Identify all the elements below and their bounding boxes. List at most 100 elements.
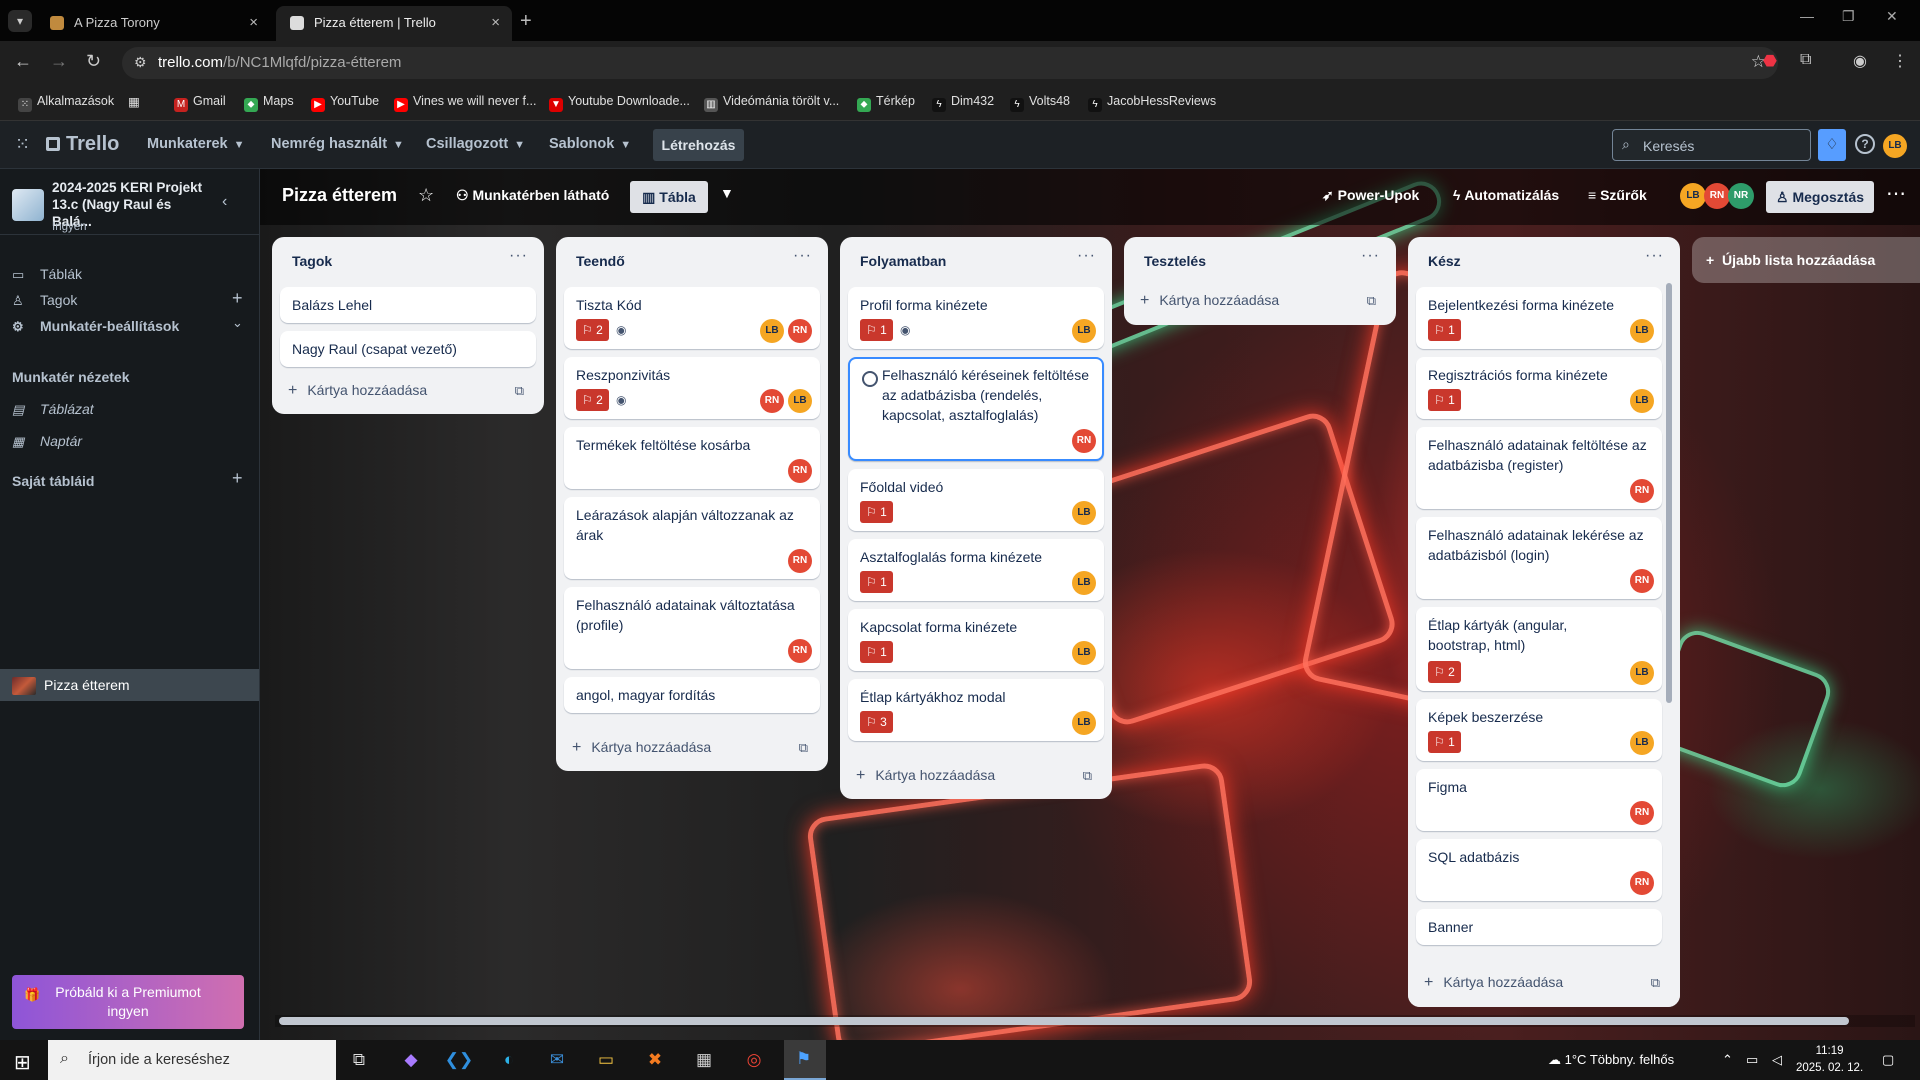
card[interactable]: Felhasználó adatainak változtatása (prof…	[564, 587, 820, 669]
forward-icon[interactable]: →	[50, 51, 68, 72]
address-bar[interactable]: ⚙ trello.com/b/NC1Mlqfd/pizza-étterem ☆	[122, 47, 1778, 79]
add-card-button[interactable]: + Kártya hozzáadása	[1140, 292, 1279, 310]
bookmark-youtube[interactable]: ▶ YouTube	[311, 94, 379, 112]
powerups-button[interactable]: ➶ Power-Upok	[1322, 187, 1419, 204]
taskbar-search-input[interactable]: ⌕ Írjon ide a kereséshez	[48, 1040, 336, 1080]
sidebar-board-pizza[interactable]: Pizza étterem	[0, 669, 259, 701]
card[interactable]: Képek beszerzése ⚐ 1 LB	[1416, 699, 1662, 761]
profile-icon[interactable]: ◉	[1853, 51, 1867, 71]
card[interactable]: Felhasználó adatainak feltöltése az adat…	[1416, 427, 1662, 509]
member-avatar[interactable]: LB	[1630, 319, 1654, 343]
bookmark-vines[interactable]: ▶ Vines we will never f...	[394, 94, 536, 112]
browser-tab-trello[interactable]: Pizza étterem | Trello ×	[276, 6, 512, 41]
automation-button[interactable]: ϟ Automatizálás	[1453, 187, 1559, 203]
list-menu-icon[interactable]: ···	[1077, 247, 1096, 265]
minimize-icon[interactable]: —	[1800, 8, 1814, 24]
member-avatar[interactable]: RN	[788, 459, 812, 483]
card-template-icon[interactable]: ⧉	[1367, 293, 1376, 309]
list-title[interactable]: Tesztelés	[1144, 253, 1206, 269]
create-button[interactable]: Létrehozás	[653, 129, 744, 161]
board-scrollbar[interactable]	[275, 1015, 1915, 1027]
card[interactable]: Nagy Raul (csapat vezető)	[280, 331, 536, 367]
close-tab-icon[interactable]: ×	[491, 6, 500, 40]
member-avatar[interactable]: RN	[788, 319, 812, 343]
bookmark-gmail[interactable]: M Gmail	[174, 94, 226, 112]
store-icon[interactable]: ▦	[689, 1046, 719, 1074]
chevron-down-icon[interactable]: ▼	[720, 185, 734, 201]
weather-widget[interactable]: ☁ 1°C Többny. felhős	[1548, 1052, 1674, 1068]
network-icon[interactable]: ▭	[1746, 1052, 1758, 1068]
add-list-button[interactable]: + Újabb lista hozzáadása	[1692, 237, 1920, 283]
add-member-icon[interactable]: +	[232, 288, 243, 309]
bookmark-jacobhess[interactable]: ϟ JacobHessReviews	[1088, 94, 1216, 112]
filters-button[interactable]: ≡ Szűrők	[1588, 187, 1647, 203]
file-explorer-icon[interactable]: ▭	[591, 1046, 621, 1074]
new-tab-icon[interactable]: +	[520, 6, 532, 36]
board-view-button[interactable]: ▥ Tábla	[630, 181, 708, 213]
member-avatar[interactable]: LB	[1072, 571, 1096, 595]
nav-recent[interactable]: Nemrég használt ▼	[271, 136, 404, 152]
card[interactable]: Étlap kártyák (angular, bootstrap, html)…	[1416, 607, 1662, 691]
card[interactable]: Bejelentkezési forma kinézete ⚐ 1 LB	[1416, 287, 1662, 349]
app-switcher-icon[interactable]: ⁙	[15, 134, 30, 155]
list-title[interactable]: Teendő	[576, 253, 625, 269]
member-avatar[interactable]: RN	[1704, 183, 1730, 209]
collapse-sidebar-icon[interactable]: ‹	[222, 193, 227, 211]
notifications-icon[interactable]: ♢	[1818, 129, 1846, 161]
complete-checkbox[interactable]	[862, 371, 878, 387]
sidebar-item-members[interactable]: ♙ Tagok	[12, 292, 77, 309]
add-board-icon[interactable]: +	[232, 468, 243, 489]
bookmark-apps[interactable]: ⁙ Alkalmazások	[18, 94, 114, 112]
member-avatar[interactable]: RN	[1630, 569, 1654, 593]
list-menu-icon[interactable]: ···	[1645, 247, 1664, 265]
card[interactable]: Kapcsolat forma kinézete ⚐ 1 LB	[848, 609, 1104, 671]
extensions-puzzle-icon[interactable]: ⧉	[1800, 51, 1811, 69]
member-avatar[interactable]: RN	[788, 639, 812, 663]
task-view-icon[interactable]: ⧉	[344, 1046, 374, 1074]
list-menu-icon[interactable]: ···	[793, 247, 812, 265]
mail-icon[interactable]: ✉	[542, 1046, 572, 1074]
card[interactable]: Tiszta Kód ⚐ 2 ◉ LB RN	[564, 287, 820, 349]
nav-workspaces[interactable]: Munkaterek ▼	[147, 136, 244, 152]
tab-search-menu-icon[interactable]: ▾	[8, 10, 32, 32]
member-avatar[interactable]: LB	[1072, 319, 1096, 343]
bookmark-videomania[interactable]: ▥ Videómánia törölt v...	[704, 94, 839, 112]
bookmark-terkep[interactable]: ⬥ Térkép	[857, 94, 915, 112]
add-card-button[interactable]: + Kártya hozzáadása	[856, 767, 995, 785]
menu-kebab-icon[interactable]: ⋮	[1892, 51, 1908, 71]
list-title[interactable]: Tagok	[292, 253, 332, 269]
search-input[interactable]: ⌕ Keresés	[1612, 129, 1811, 161]
extension-icon[interactable]: ⬣	[1763, 51, 1777, 71]
board-title[interactable]: Pizza étterem	[282, 185, 397, 206]
nav-templates[interactable]: Sablonok ▼	[549, 136, 631, 152]
list-menu-icon[interactable]: ···	[1361, 247, 1380, 265]
back-icon[interactable]: ←	[14, 51, 32, 72]
bookmark-dim432[interactable]: ϟ Dim432	[932, 94, 994, 112]
add-card-button[interactable]: + Kártya hozzáadása	[288, 382, 427, 400]
card[interactable]: SQL adatbázis RN	[1416, 839, 1662, 901]
edge-icon[interactable]: ◐	[494, 1046, 524, 1074]
bookmark-grid-icon[interactable]: ▦	[128, 94, 140, 109]
card[interactable]: Reszponzivitás ⚐ 2 ◉ RN LB	[564, 357, 820, 419]
member-avatar[interactable]: NR	[1728, 183, 1754, 209]
list-scrollbar[interactable]	[1666, 283, 1672, 703]
card[interactable]: Figma RN	[1416, 769, 1662, 831]
add-card-button[interactable]: + Kártya hozzáadása	[572, 739, 711, 757]
chrome-icon[interactable]: ◎	[739, 1046, 769, 1074]
card[interactable]: Balázs Lehel	[280, 287, 536, 323]
card[interactable]: Profil forma kinézete ⚐ 1 ◉ LB	[848, 287, 1104, 349]
premium-trial-button[interactable]: 🎁 Próbáld ki a Premiumot ingyen	[12, 975, 244, 1029]
sidebar-item-settings[interactable]: ⚙ Munkatér-beállítások	[12, 318, 179, 335]
card[interactable]: Főoldal videó ⚐ 1 LB	[848, 469, 1104, 531]
chevron-down-icon[interactable]: ⌄	[232, 315, 243, 331]
system-clock[interactable]: 11:19 2025. 02. 12.	[1796, 1043, 1863, 1077]
reload-icon[interactable]: ↻	[86, 51, 101, 72]
add-card-button[interactable]: + Kártya hozzáadása	[1424, 974, 1563, 992]
member-avatar[interactable]: LB	[1630, 661, 1654, 685]
list-title[interactable]: Folyamatban	[860, 253, 946, 269]
share-button[interactable]: ♙ Megosztás	[1766, 181, 1874, 213]
scrollbar-thumb[interactable]	[279, 1017, 1849, 1025]
member-avatar[interactable]: LB	[1072, 501, 1096, 525]
sidebar-item-calendar[interactable]: ▦ Naptár	[12, 433, 82, 450]
card[interactable]: Asztalfoglalás forma kinézete ⚐ 1 LB	[848, 539, 1104, 601]
